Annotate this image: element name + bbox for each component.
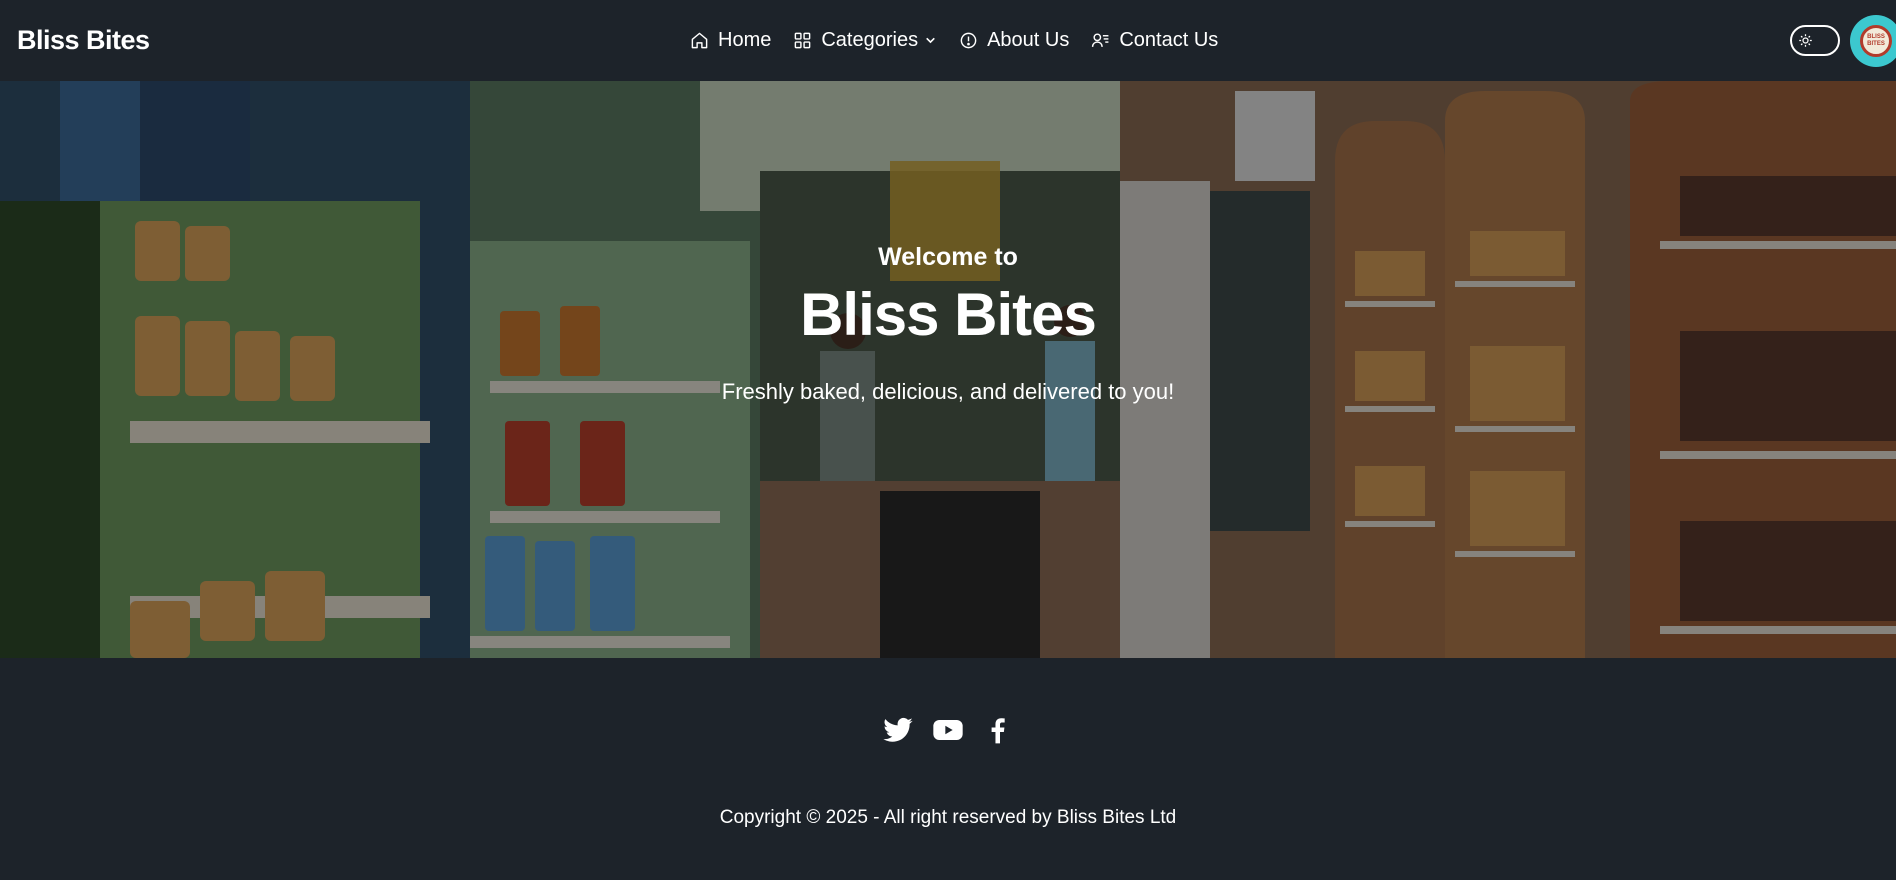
hero-welcome: Welcome to bbox=[878, 243, 1018, 271]
facebook-link[interactable] bbox=[982, 712, 1014, 748]
brand-logo-text[interactable]: Bliss Bites bbox=[17, 25, 150, 56]
hero-title: Bliss Bites bbox=[800, 281, 1097, 348]
nav-item-about-label: About Us bbox=[987, 29, 1070, 51]
nav-menu: Home Categories About Us Contact Us bbox=[690, 0, 1240, 81]
social-links bbox=[0, 712, 1896, 748]
navbar: Bliss Bites Home Categories About Us Con… bbox=[0, 0, 1896, 81]
copyright-text: Copyright © 2025 - All right reserved by… bbox=[719, 807, 1177, 828]
nav-item-contact[interactable]: Contact Us bbox=[1091, 29, 1218, 52]
home-icon bbox=[691, 32, 708, 49]
avatar-logo-text: BLISS BITES bbox=[1867, 33, 1885, 47]
contacts-icon bbox=[1092, 33, 1109, 47]
theme-toggle-knob bbox=[1795, 30, 1816, 51]
twitter-icon bbox=[883, 717, 913, 742]
hero-text: Welcome to Bliss Bites Freshly baked, de… bbox=[0, 81, 1896, 658]
twitter-link[interactable] bbox=[882, 712, 914, 748]
youtube-link[interactable] bbox=[932, 712, 964, 748]
nav-item-categories[interactable]: Categories bbox=[793, 29, 937, 52]
facebook-icon bbox=[991, 718, 1005, 744]
nav-item-contact-label: Contact Us bbox=[1119, 29, 1219, 51]
nav-item-home[interactable]: Home bbox=[690, 29, 771, 52]
info-icon bbox=[960, 32, 977, 49]
hero-subtitle: Freshly baked, delicious, and delivered … bbox=[721, 379, 1175, 404]
nav-item-about[interactable]: About Us bbox=[959, 29, 1069, 52]
avatar-logo: BLISS BITES bbox=[1860, 24, 1892, 57]
nav-right: BLISS BITES bbox=[1790, 0, 1896, 81]
hero-banner: Welcome to Bliss Bites Freshly baked, de… bbox=[0, 81, 1896, 658]
sun-icon bbox=[1799, 34, 1812, 47]
theme-toggle[interactable] bbox=[1790, 25, 1840, 56]
grid-icon bbox=[795, 32, 811, 49]
nav-item-home-label: Home bbox=[718, 29, 772, 51]
youtube-icon bbox=[933, 720, 963, 740]
avatar[interactable]: BLISS BITES bbox=[1850, 14, 1896, 67]
nav-item-categories-label: Categories bbox=[821, 29, 919, 51]
chevron-down-icon bbox=[926, 37, 935, 44]
